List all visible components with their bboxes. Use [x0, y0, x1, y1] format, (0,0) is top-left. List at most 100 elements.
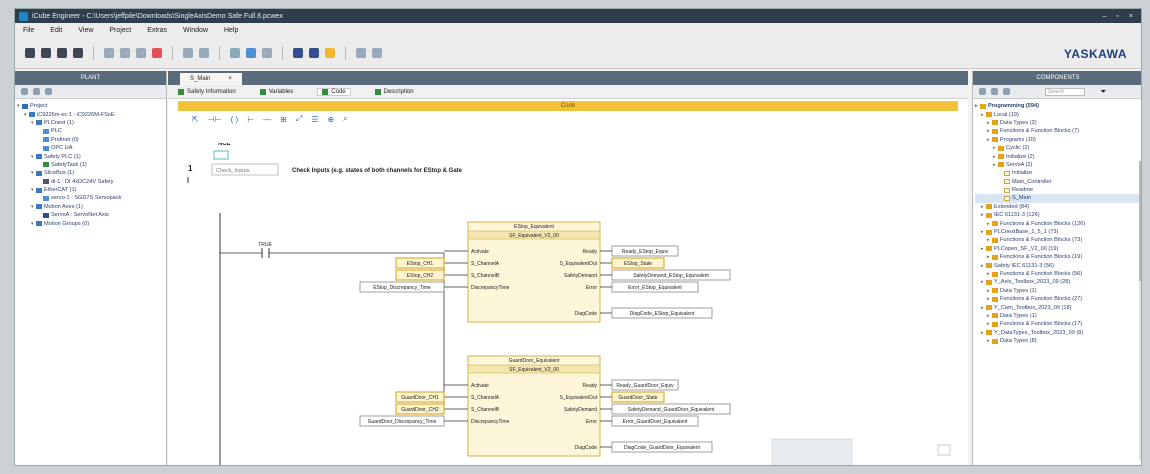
filter-icon[interactable]: ⏷: [1100, 87, 1106, 97]
zoom-icon[interactable]: ⊕: [327, 115, 334, 124]
component-tree-item[interactable]: ▸ Functions & Function Blocks (73): [975, 236, 1141, 244]
plant-tree-item[interactable]: ▾ EtherCAT (1): [17, 186, 164, 194]
component-tree-item[interactable]: Readme: [975, 186, 1141, 194]
component-tree-item[interactable]: ▸ ServoA (2): [975, 161, 1141, 169]
grid-view-icon[interactable]: [979, 88, 986, 95]
plant-tree-item[interactable]: PLC: [17, 127, 164, 135]
compile-icon[interactable]: [230, 47, 240, 58]
component-tree-item[interactable]: S_Main: [975, 194, 1141, 203]
plant-tree-item[interactable]: ▾ Safety PLC (1): [17, 152, 164, 160]
grid-icon[interactable]: [356, 47, 366, 58]
menu-item[interactable]: Help: [224, 27, 238, 34]
delete-icon[interactable]: [152, 47, 162, 58]
close-icon[interactable]: ×: [1129, 13, 1133, 20]
plant-tree-item[interactable]: servo-1 : SGD7S Servopack: [17, 194, 164, 202]
component-tree-item[interactable]: ▸ Data Types (1): [975, 287, 1141, 295]
component-tree-item[interactable]: ▸ Y_Cam_Toolbox_2023_09 (18): [975, 303, 1141, 311]
undo-icon[interactable]: [183, 47, 193, 58]
plant-tree-item[interactable]: ▾ Motion Groups (0): [17, 219, 164, 227]
comment-icon[interactable]: ☰: [311, 115, 318, 124]
menu-item[interactable]: File: [23, 27, 34, 34]
line-icon[interactable]: —: [263, 115, 271, 124]
save-icon[interactable]: [57, 47, 67, 58]
components-scrollbar[interactable]: [1139, 161, 1141, 461]
grid-view-icon[interactable]: [21, 88, 28, 95]
component-tree-item[interactable]: ▸ Local (19): [975, 110, 1141, 118]
component-tree-item[interactable]: ▸ Data Types (1): [975, 312, 1141, 320]
subtab-description[interactable]: Description: [374, 88, 414, 95]
coil-icon[interactable]: ( ): [231, 115, 239, 124]
layout-icon[interactable]: [372, 47, 382, 58]
component-tree-item[interactable]: ▸ Safety IEC 61131-3 (56): [975, 261, 1141, 269]
component-tree-item[interactable]: ▸ Cyclic (2): [975, 144, 1141, 152]
scroll-thumb[interactable]: [1139, 161, 1141, 281]
block-icon[interactable]: ⊞: [280, 115, 287, 124]
menu-item[interactable]: Project: [109, 27, 131, 34]
menu-item[interactable]: Window: [183, 27, 208, 34]
plant-tree-item[interactable]: ▾ SliceBus (1): [17, 169, 164, 177]
sort-icon[interactable]: [1003, 88, 1010, 95]
open-icon[interactable]: [41, 47, 51, 58]
plant-tree-item[interactable]: ▾ iC9226m-ec:1 : iC9226M-FSoE: [17, 110, 164, 118]
menu-item[interactable]: Edit: [50, 27, 62, 34]
subtab-safety-information[interactable]: Safety Information: [178, 88, 236, 95]
plant-tree-item[interactable]: di-1 : DI 4xDC24V Safety: [17, 178, 164, 186]
branch-icon[interactable]: ⊢: [247, 115, 254, 124]
plant-tree-item[interactable]: ▾ PLCnext (1): [17, 119, 164, 127]
maximize-icon[interactable]: ▫: [1116, 13, 1118, 20]
sort-icon[interactable]: [45, 88, 52, 95]
component-tree-item[interactable]: ▸ Y_DataTypes_Toolbox_2023_09 (8): [975, 329, 1141, 337]
dropdown-icon[interactable]: [262, 47, 272, 58]
tab-s-main[interactable]: S_Main ×: [180, 73, 242, 85]
component-tree-item[interactable]: ▸ PLCopen_SF_V2_00 (19): [975, 245, 1141, 253]
menu-item[interactable]: View: [78, 27, 93, 34]
select-icon[interactable]: ⇱: [192, 115, 199, 124]
contact-icon[interactable]: ⊣⊢: [208, 115, 222, 124]
subtab-code[interactable]: Code: [317, 87, 351, 96]
plant-tree-item[interactable]: ▾ Motion Axes (1): [17, 203, 164, 211]
component-tree-item[interactable]: ▸ Functions & Function Blocks (19): [975, 253, 1141, 261]
component-tree-item[interactable]: ▸ Functions & Function Blocks (7): [975, 127, 1141, 135]
component-tree-item[interactable]: ▸ Programming (594): [975, 102, 1141, 110]
connect-icon[interactable]: [293, 47, 303, 58]
component-tree-label: Programs (10): [1000, 136, 1036, 143]
component-tree-item[interactable]: ▸ Data Types (8): [975, 337, 1141, 345]
component-tree-item[interactable]: ▸ IEC 61131-3 (126): [975, 211, 1141, 219]
component-tree-item[interactable]: ▸ Data Types (2): [975, 119, 1141, 127]
list-view-icon[interactable]: [991, 88, 998, 95]
debug-icon[interactable]: [309, 47, 319, 58]
menu-item[interactable]: Extras: [147, 27, 167, 34]
download-icon[interactable]: [246, 47, 256, 58]
paste-icon[interactable]: [136, 47, 146, 58]
save-all-icon[interactable]: [73, 47, 83, 58]
plant-tree-item[interactable]: ServoA : ServoNet Axis: [17, 211, 164, 219]
new-icon[interactable]: [25, 47, 35, 58]
component-tree-item[interactable]: ▸ Programs (10): [975, 136, 1141, 144]
component-tree-item[interactable]: ▸ Functions & Function Blocks (17): [975, 320, 1141, 328]
plant-tree-item[interactable]: ▾ Project: [17, 102, 164, 110]
lock-icon[interactable]: [325, 47, 335, 58]
plant-tree-item[interactable]: SafetyTask (1): [17, 161, 164, 169]
component-tree-item[interactable]: ▸ Functions & Function Blocks (126): [975, 219, 1141, 227]
plant-tree-item[interactable]: OPC UA: [17, 144, 164, 152]
fit-icon[interactable]: ⤢: [296, 114, 302, 124]
subtab-variables[interactable]: Variables: [259, 88, 293, 95]
minimize-icon[interactable]: –: [1103, 13, 1107, 20]
component-tree-item[interactable]: ▸ Extended (84): [975, 203, 1141, 211]
component-tree-item[interactable]: ▸ Functions & Function Blocks (27): [975, 295, 1141, 303]
copy-icon[interactable]: [120, 47, 130, 58]
component-tree-item[interactable]: ▸ Initialize (2): [975, 152, 1141, 160]
component-tree-item[interactable]: ▸ Y_Axis_Toolbox_2023_09 (28): [975, 278, 1141, 286]
search-icon[interactable]: ⌕: [343, 114, 347, 124]
fbd-canvas[interactable]: NCE 1 Check_Inputs Check Inputs (e.g. state…: [168, 143, 968, 466]
search-input[interactable]: Search: [1045, 87, 1085, 96]
cut-icon[interactable]: [104, 47, 114, 58]
close-icon[interactable]: ×: [228, 73, 232, 85]
component-tree-item[interactable]: Main_Controller: [975, 178, 1141, 186]
list-view-icon[interactable]: [33, 88, 40, 95]
plant-tree-item[interactable]: Profinet (0): [17, 136, 164, 144]
component-tree-item[interactable]: ▸ PLCnextBase_1_5_1 (73): [975, 228, 1141, 236]
component-tree-item[interactable]: ▸ Functions & Function Blocks (56): [975, 270, 1141, 278]
component-tree-item[interactable]: Initialize: [975, 169, 1141, 177]
redo-icon[interactable]: [199, 47, 209, 58]
